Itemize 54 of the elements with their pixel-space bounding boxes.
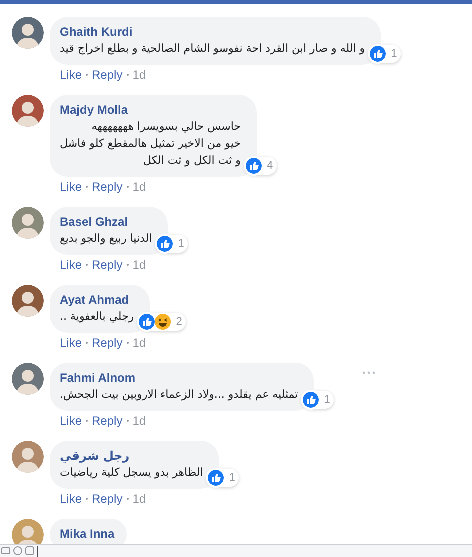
author-name[interactable]: Basel Ghzal [60, 214, 128, 230]
like-icon [246, 158, 262, 174]
reply-link[interactable]: Reply [92, 413, 123, 429]
author-name[interactable]: Fahmi Alnom [60, 370, 136, 386]
reply-link[interactable]: Reply [92, 67, 123, 83]
like-icon [157, 236, 174, 252]
like-link[interactable]: Like [60, 67, 82, 83]
avatar[interactable] [12, 17, 44, 49]
like-icon [139, 314, 156, 330]
timestamp[interactable]: 1d [132, 67, 146, 83]
avatar[interactable] [12, 207, 44, 239]
author-name[interactable]: رجل شرقي [60, 448, 130, 464]
laughing-face-icon [155, 314, 172, 330]
reaction-summary[interactable]: 2 [138, 312, 186, 331]
timestamp[interactable]: 1d [132, 413, 146, 429]
comment-text: رجلي بالعفوية .. [60, 309, 134, 325]
reply-link[interactable]: Reply [92, 179, 123, 195]
like-link[interactable]: Like [60, 413, 82, 429]
like-icon [370, 46, 386, 62]
reply-link[interactable]: Reply [92, 335, 123, 351]
comment-text: حاسس حالي بسويسرا هههههههه [92, 119, 241, 135]
comment-text: خيو من الاخير تمثيل هالمقطع كلو فاشل [60, 136, 241, 152]
timestamp[interactable]: 1d [132, 179, 146, 195]
reaction-summary[interactable]: 1 [302, 390, 334, 409]
like-link[interactable]: Like [60, 335, 82, 351]
author-name[interactable]: Mika Inna [60, 526, 115, 542]
like-link[interactable]: Like [60, 179, 82, 195]
avatar[interactable] [12, 363, 44, 395]
avatar[interactable] [12, 95, 44, 127]
more-options-icon[interactable] [362, 371, 376, 375]
author-name[interactable]: Ghaith Kurdi [60, 24, 133, 40]
reply-link[interactable]: Reply [92, 257, 123, 273]
like-link[interactable]: Like [60, 491, 82, 507]
timestamp[interactable]: 1d [132, 335, 146, 351]
timestamp[interactable]: 1d [132, 257, 146, 273]
like-link[interactable]: Like [60, 257, 82, 273]
timestamp[interactable]: 1d [132, 491, 146, 507]
reaction-summary[interactable]: 1 [369, 44, 402, 63]
avatar[interactable] [12, 441, 44, 473]
text-cursor [37, 546, 38, 556]
reaction-summary[interactable]: 1 [156, 234, 188, 253]
avatar[interactable] [12, 285, 44, 317]
reaction-summary[interactable]: 1 [207, 468, 240, 487]
author-name[interactable]: Majdy Molla [60, 102, 128, 118]
comment-text: و ثت الكل و ثت الكل [144, 153, 241, 169]
comment-text: و الله و صار ابن القرد احة نفوسو الشام الصالحية و بطلع اخراج قيد [60, 41, 366, 57]
author-name[interactable]: Ayat Ahmad [60, 292, 130, 308]
like-icon [303, 392, 320, 408]
comment-text: الظاهر بدو يسجل كلية رياضيات [60, 465, 204, 481]
like-icon [208, 470, 224, 486]
comment-text: تمثليه عم يقلدو ...ولاد الزعماء الاروبين بيت الجحش. [60, 387, 298, 403]
reply-link[interactable]: Reply [92, 491, 123, 507]
comment-text: الدنيا ربيع والجو بديع [60, 231, 152, 247]
reaction-summary[interactable]: 4 [244, 156, 278, 175]
